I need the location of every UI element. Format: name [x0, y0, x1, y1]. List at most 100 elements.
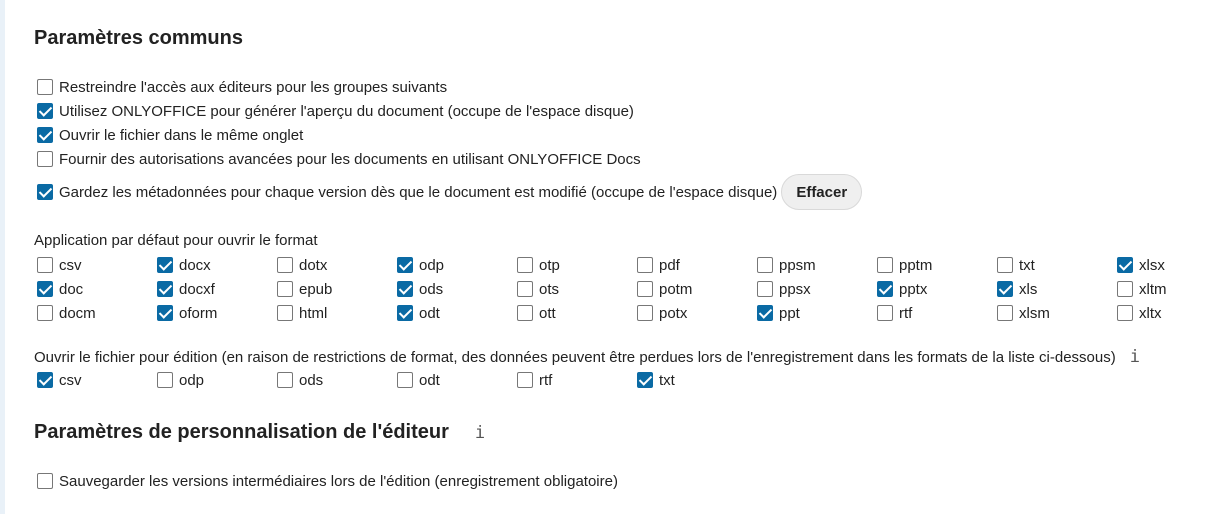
format-option[interactable]: xls — [994, 277, 1037, 301]
checkbox[interactable] — [157, 257, 173, 273]
format-label: csv — [59, 371, 82, 389]
format-option[interactable]: rtf — [874, 301, 912, 325]
checkbox[interactable] — [757, 305, 773, 321]
info-icon[interactable]: i — [475, 423, 485, 443]
checkbox[interactable] — [877, 257, 893, 273]
option-label: Sauvegarder les versions intermédiaires … — [59, 472, 618, 490]
checkbox[interactable] — [397, 305, 413, 321]
format-option[interactable]: potx — [634, 301, 687, 325]
checkbox[interactable] — [37, 184, 53, 200]
format-option[interactable]: xltx — [1114, 301, 1162, 325]
checkbox[interactable] — [397, 257, 413, 273]
checkbox[interactable] — [637, 257, 653, 273]
format-option[interactable]: xltm — [1114, 277, 1167, 301]
checkbox[interactable] — [157, 305, 173, 321]
checkbox[interactable] — [997, 305, 1013, 321]
checkbox[interactable] — [517, 257, 533, 273]
checkbox[interactable] — [397, 281, 413, 297]
option-advanced-permissions[interactable]: Fournir des autorisations avancées pour … — [34, 147, 641, 171]
format-option[interactable]: docxf — [154, 277, 215, 301]
format-option[interactable]: rtf — [514, 368, 552, 392]
checkbox[interactable] — [37, 151, 53, 167]
format-option[interactable]: ots — [514, 277, 559, 301]
format-option[interactable]: csv — [34, 253, 82, 277]
format-option[interactable]: xlsm — [994, 301, 1050, 325]
format-label: odp — [419, 256, 445, 274]
checkbox[interactable] — [517, 305, 533, 321]
checkbox[interactable] — [877, 281, 893, 297]
checkbox[interactable] — [157, 372, 173, 388]
format-option[interactable]: odt — [394, 368, 440, 392]
format-label: txt — [1019, 256, 1035, 274]
option-intermediate-versions[interactable]: Sauvegarder les versions intermédiaires … — [34, 469, 618, 493]
checkbox[interactable] — [637, 372, 653, 388]
format-option[interactable]: ppsm — [754, 253, 816, 277]
format-option[interactable]: epub — [274, 277, 332, 301]
checkbox[interactable] — [37, 103, 53, 119]
default-app-label: Application par défaut pour ouvrir le fo… — [34, 232, 318, 249]
format-option[interactable]: dotx — [274, 253, 327, 277]
checkbox[interactable] — [637, 305, 653, 321]
info-icon[interactable]: i — [1130, 347, 1140, 367]
option-same-tab[interactable]: Ouvrir le fichier dans le même onglet — [34, 123, 303, 147]
checkbox[interactable] — [517, 281, 533, 297]
checkbox[interactable] — [997, 281, 1013, 297]
checkbox[interactable] — [997, 257, 1013, 273]
format-option[interactable]: ott — [514, 301, 556, 325]
edit-formats-label-row: Ouvrir le fichier pour édition (en raiso… — [34, 347, 1140, 367]
format-option[interactable]: pptm — [874, 253, 932, 277]
option-keep-metadata[interactable]: Gardez les métadonnées pour chaque versi… — [34, 184, 777, 201]
format-option[interactable]: pdf — [634, 253, 680, 277]
checkbox[interactable] — [157, 281, 173, 297]
format-option[interactable]: csv — [34, 368, 82, 392]
checkbox[interactable] — [277, 372, 293, 388]
checkbox[interactable] — [757, 281, 773, 297]
format-label: odt — [419, 371, 440, 389]
common-settings-title: Paramètres communs — [34, 27, 243, 49]
clear-metadata-button[interactable]: Effacer — [781, 174, 863, 210]
format-option[interactable]: otp — [514, 253, 560, 277]
checkbox[interactable] — [1117, 305, 1133, 321]
checkbox[interactable] — [637, 281, 653, 297]
format-option[interactable]: oform — [154, 301, 217, 325]
format-option[interactable]: potm — [634, 277, 692, 301]
format-option[interactable]: txt — [634, 368, 675, 392]
checkbox[interactable] — [37, 79, 53, 95]
option-label: Gardez les métadonnées pour chaque versi… — [59, 183, 778, 201]
format-label: csv — [59, 256, 82, 274]
option-preview[interactable]: Utilisez ONLYOFFICE pour générer l'aperç… — [34, 99, 634, 123]
format-option[interactable]: ppt — [754, 301, 800, 325]
checkbox[interactable] — [37, 473, 53, 489]
format-option[interactable]: ppsx — [754, 277, 811, 301]
format-option[interactable]: txt — [994, 253, 1035, 277]
checkbox[interactable] — [277, 305, 293, 321]
option-label: Utilisez ONLYOFFICE pour générer l'aperç… — [59, 102, 634, 120]
checkbox[interactable] — [277, 281, 293, 297]
option-restrict-groups[interactable]: Restreindre l'accès aux éditeurs pour le… — [34, 75, 447, 99]
checkbox[interactable] — [37, 127, 53, 143]
checkbox[interactable] — [517, 372, 533, 388]
checkbox[interactable] — [1117, 281, 1133, 297]
format-option[interactable]: ods — [394, 277, 443, 301]
format-option[interactable]: odt — [394, 301, 440, 325]
checkbox[interactable] — [37, 372, 53, 388]
format-option[interactable]: doc — [34, 277, 83, 301]
format-option[interactable]: docx — [154, 253, 211, 277]
checkbox[interactable] — [397, 372, 413, 388]
format-option[interactable]: odp — [394, 253, 444, 277]
format-option[interactable]: docm — [34, 301, 96, 325]
checkbox[interactable] — [37, 257, 53, 273]
format-option[interactable]: xlsx — [1114, 253, 1165, 277]
format-option[interactable]: odp — [154, 368, 204, 392]
format-option[interactable]: html — [274, 301, 327, 325]
checkbox[interactable] — [37, 281, 53, 297]
format-label: docx — [179, 256, 211, 274]
checkbox[interactable] — [37, 305, 53, 321]
checkbox[interactable] — [757, 257, 773, 273]
format-option[interactable]: ods — [274, 368, 323, 392]
checkbox[interactable] — [1117, 257, 1133, 273]
format-label: pptm — [899, 256, 933, 274]
checkbox[interactable] — [277, 257, 293, 273]
checkbox[interactable] — [877, 305, 893, 321]
format-option[interactable]: pptx — [874, 277, 927, 301]
